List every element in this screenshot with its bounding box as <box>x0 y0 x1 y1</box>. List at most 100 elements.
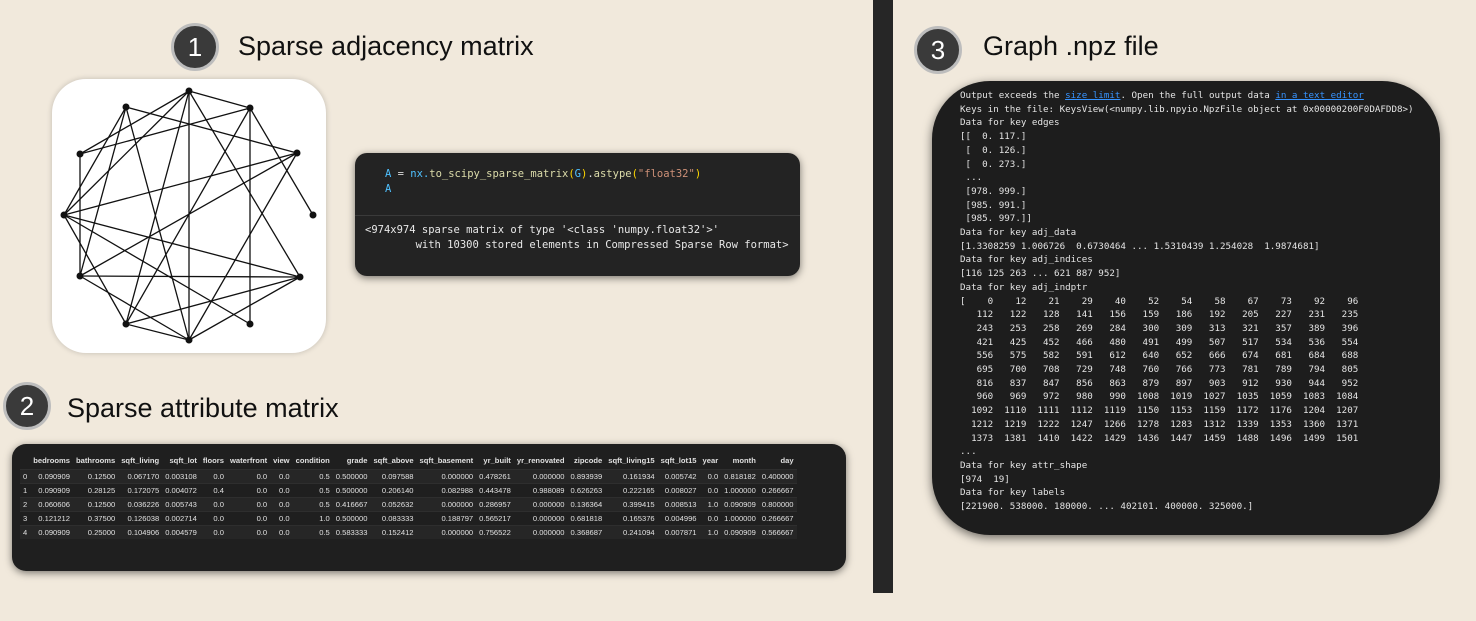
output-line: 1092 1110 1111 1112 1119 1150 1153 1159 … <box>960 405 1359 417</box>
output-line: with 10300 stored elements in Compressed… <box>365 239 789 251</box>
table-cell: 0.681818 <box>567 511 606 526</box>
column-header <box>20 454 30 470</box>
table-row: 0 0.090909 0.12500 0.067170 0.003108 0.0 0.0 0.… <box>20 469 797 484</box>
table-cell: 0.0 <box>226 525 271 539</box>
table-cell: 0.007871 <box>657 525 700 539</box>
table-cell: 0.000000 <box>513 497 568 512</box>
table-cell: 0.5 <box>292 483 333 498</box>
table-cell: 0.400000 <box>758 469 797 484</box>
table-cell: 0.0 <box>199 497 227 512</box>
table-cell: 0.004579 <box>162 525 200 539</box>
table-cell: 0.0 <box>270 483 293 498</box>
table-cell: 0.0 <box>699 469 722 484</box>
table-cell: 1.0 <box>699 497 722 512</box>
table-cell: 0.090909 <box>30 525 73 539</box>
table-cell: 0.005743 <box>162 497 200 512</box>
size-limit-link[interactable]: size limit <box>1065 90 1120 101</box>
npz-output-card: Output exceeds the size limit. Open the … <box>932 81 1440 535</box>
step-1-badge: 1 <box>171 23 219 71</box>
table-cell: 0.5 <box>292 525 333 539</box>
table-cell: 0.008513 <box>657 497 700 512</box>
table-cell: 0.800000 <box>758 497 797 512</box>
network-graph-icon <box>60 87 317 344</box>
table-cell: 0.416667 <box>332 497 371 512</box>
table-cell: 0.0 <box>226 511 271 526</box>
table-cell: 0.000000 <box>513 511 568 526</box>
output-line: ... <box>960 172 983 184</box>
text-editor-link[interactable]: in a text editor <box>1275 90 1364 101</box>
output-line: <974x974 sparse matrix of type '<class '… <box>365 224 720 236</box>
table-cell: 0.0 <box>270 511 293 526</box>
npz-output: Output exceeds the size limit. Open the … <box>960 89 1414 514</box>
table-cell: 0.266667 <box>758 511 797 526</box>
table-cell: 0.090909 <box>721 497 759 512</box>
output-line: [1.3308259 1.006726 0.6730464 ... 1.5310… <box>960 240 1320 252</box>
output-line: [974 19] <box>960 473 1010 485</box>
table-cell: 0.097588 <box>370 469 417 484</box>
code-input: A = nx.to_scipy_sparse_matrix(G).astype(… <box>385 167 701 197</box>
column-header: sqft_above <box>373 456 414 465</box>
output-line: 816 837 847 856 863 879 897 903 912 930 … <box>960 377 1359 389</box>
table-cell: 0.222165 <box>605 483 658 498</box>
column-header: zipcode <box>573 456 603 465</box>
table-cell: 0.0 <box>699 483 722 498</box>
output-line: 243 253 258 269 284 300 309 313 321 357 … <box>960 322 1359 334</box>
column-header: sqft_basement <box>419 456 474 465</box>
output-line: 960 969 972 980 990 1008 1019 1027 1035 … <box>960 391 1359 403</box>
table-cell: 0.090909 <box>30 469 73 484</box>
table-cell: 0.0 <box>199 525 227 539</box>
output-line: 1212 1219 1222 1247 1266 1278 1283 1312 … <box>960 418 1359 430</box>
output-line: [ 0. 273.] <box>960 158 1027 170</box>
output-line: Data for key adj_indptr <box>960 281 1088 293</box>
output-line: [ 0 12 21 29 40 52 54 58 67 73 92 96 <box>960 295 1359 307</box>
code-token: astype <box>593 168 632 180</box>
output-line: [985. 991.] <box>960 199 1027 211</box>
table-cell: 0.626263 <box>567 483 606 498</box>
table-cell: 0.0 <box>226 497 271 512</box>
table-cell: 0.003108 <box>162 469 200 484</box>
table-cell: 0.399415 <box>605 497 658 512</box>
column-header: floors <box>202 456 224 465</box>
graph-illustration-card <box>52 79 326 353</box>
table-cell: 1.0 <box>292 511 333 526</box>
output-line: 112 122 128 141 156 159 186 192 205 227 … <box>960 309 1359 321</box>
step-1-title: Sparse adjacency matrix <box>238 31 534 61</box>
output-line: Keys in the file: KeysView(<numpy.lib.np… <box>960 103 1414 115</box>
table-cell: 0.052632 <box>370 497 417 512</box>
table-cell: 0.500000 <box>332 483 371 498</box>
code-token: ) <box>694 168 702 180</box>
column-header: bedrooms <box>33 456 70 465</box>
attribute-table: bedrooms bathrooms sqft_living sqft_lot floo… <box>20 454 797 539</box>
table-cell: 0.008027 <box>657 483 700 498</box>
table-cell: 0.0 <box>199 469 227 484</box>
table-cell: 0.5 <box>292 497 333 512</box>
output-line: [[ 0. 117.] <box>960 131 1027 143</box>
code-token: nx. <box>410 168 430 180</box>
output-line: [116 125 263 ... 621 887 952] <box>960 268 1121 280</box>
table-cell: 0.286957 <box>476 497 514 512</box>
table-cell: 0.005742 <box>657 469 700 484</box>
table-cell: 0.368687 <box>567 525 606 539</box>
code-output: <974x974 sparse matrix of type '<class '… <box>365 223 789 253</box>
table-cell: 0.000000 <box>513 469 568 484</box>
table-cell: 0.000000 <box>416 497 477 512</box>
column-header: month <box>732 456 756 465</box>
table-cell: 0.0 <box>699 511 722 526</box>
table-cell: 0.004072 <box>162 483 200 498</box>
table-cell: 0.002714 <box>162 511 200 526</box>
table-cell: 0.12500 <box>72 469 119 484</box>
output-line: Data for key attr_shape <box>960 459 1088 471</box>
column-header: sqft_living15 <box>608 456 655 465</box>
code-token: = <box>391 168 411 180</box>
output-warning: . Open the full output data <box>1120 90 1276 101</box>
output-line: [978. 999.] <box>960 185 1027 197</box>
table-cell: 0.121212 <box>30 511 73 526</box>
table-cell: 0.583333 <box>332 525 371 539</box>
table-row: 1 0.090909 0.28125 0.172075 0.004072 0.4 0.0 0.… <box>20 483 797 498</box>
table-cell: 0.165376 <box>605 511 658 526</box>
table-cell: 0.060606 <box>30 497 73 512</box>
step-2-title: Sparse attribute matrix <box>67 393 339 423</box>
table-cell: 0.0 <box>226 483 271 498</box>
code-token: to_scipy_sparse_matrix <box>429 168 569 180</box>
output-line: 695 700 708 729 748 760 766 773 781 789 … <box>960 364 1359 376</box>
